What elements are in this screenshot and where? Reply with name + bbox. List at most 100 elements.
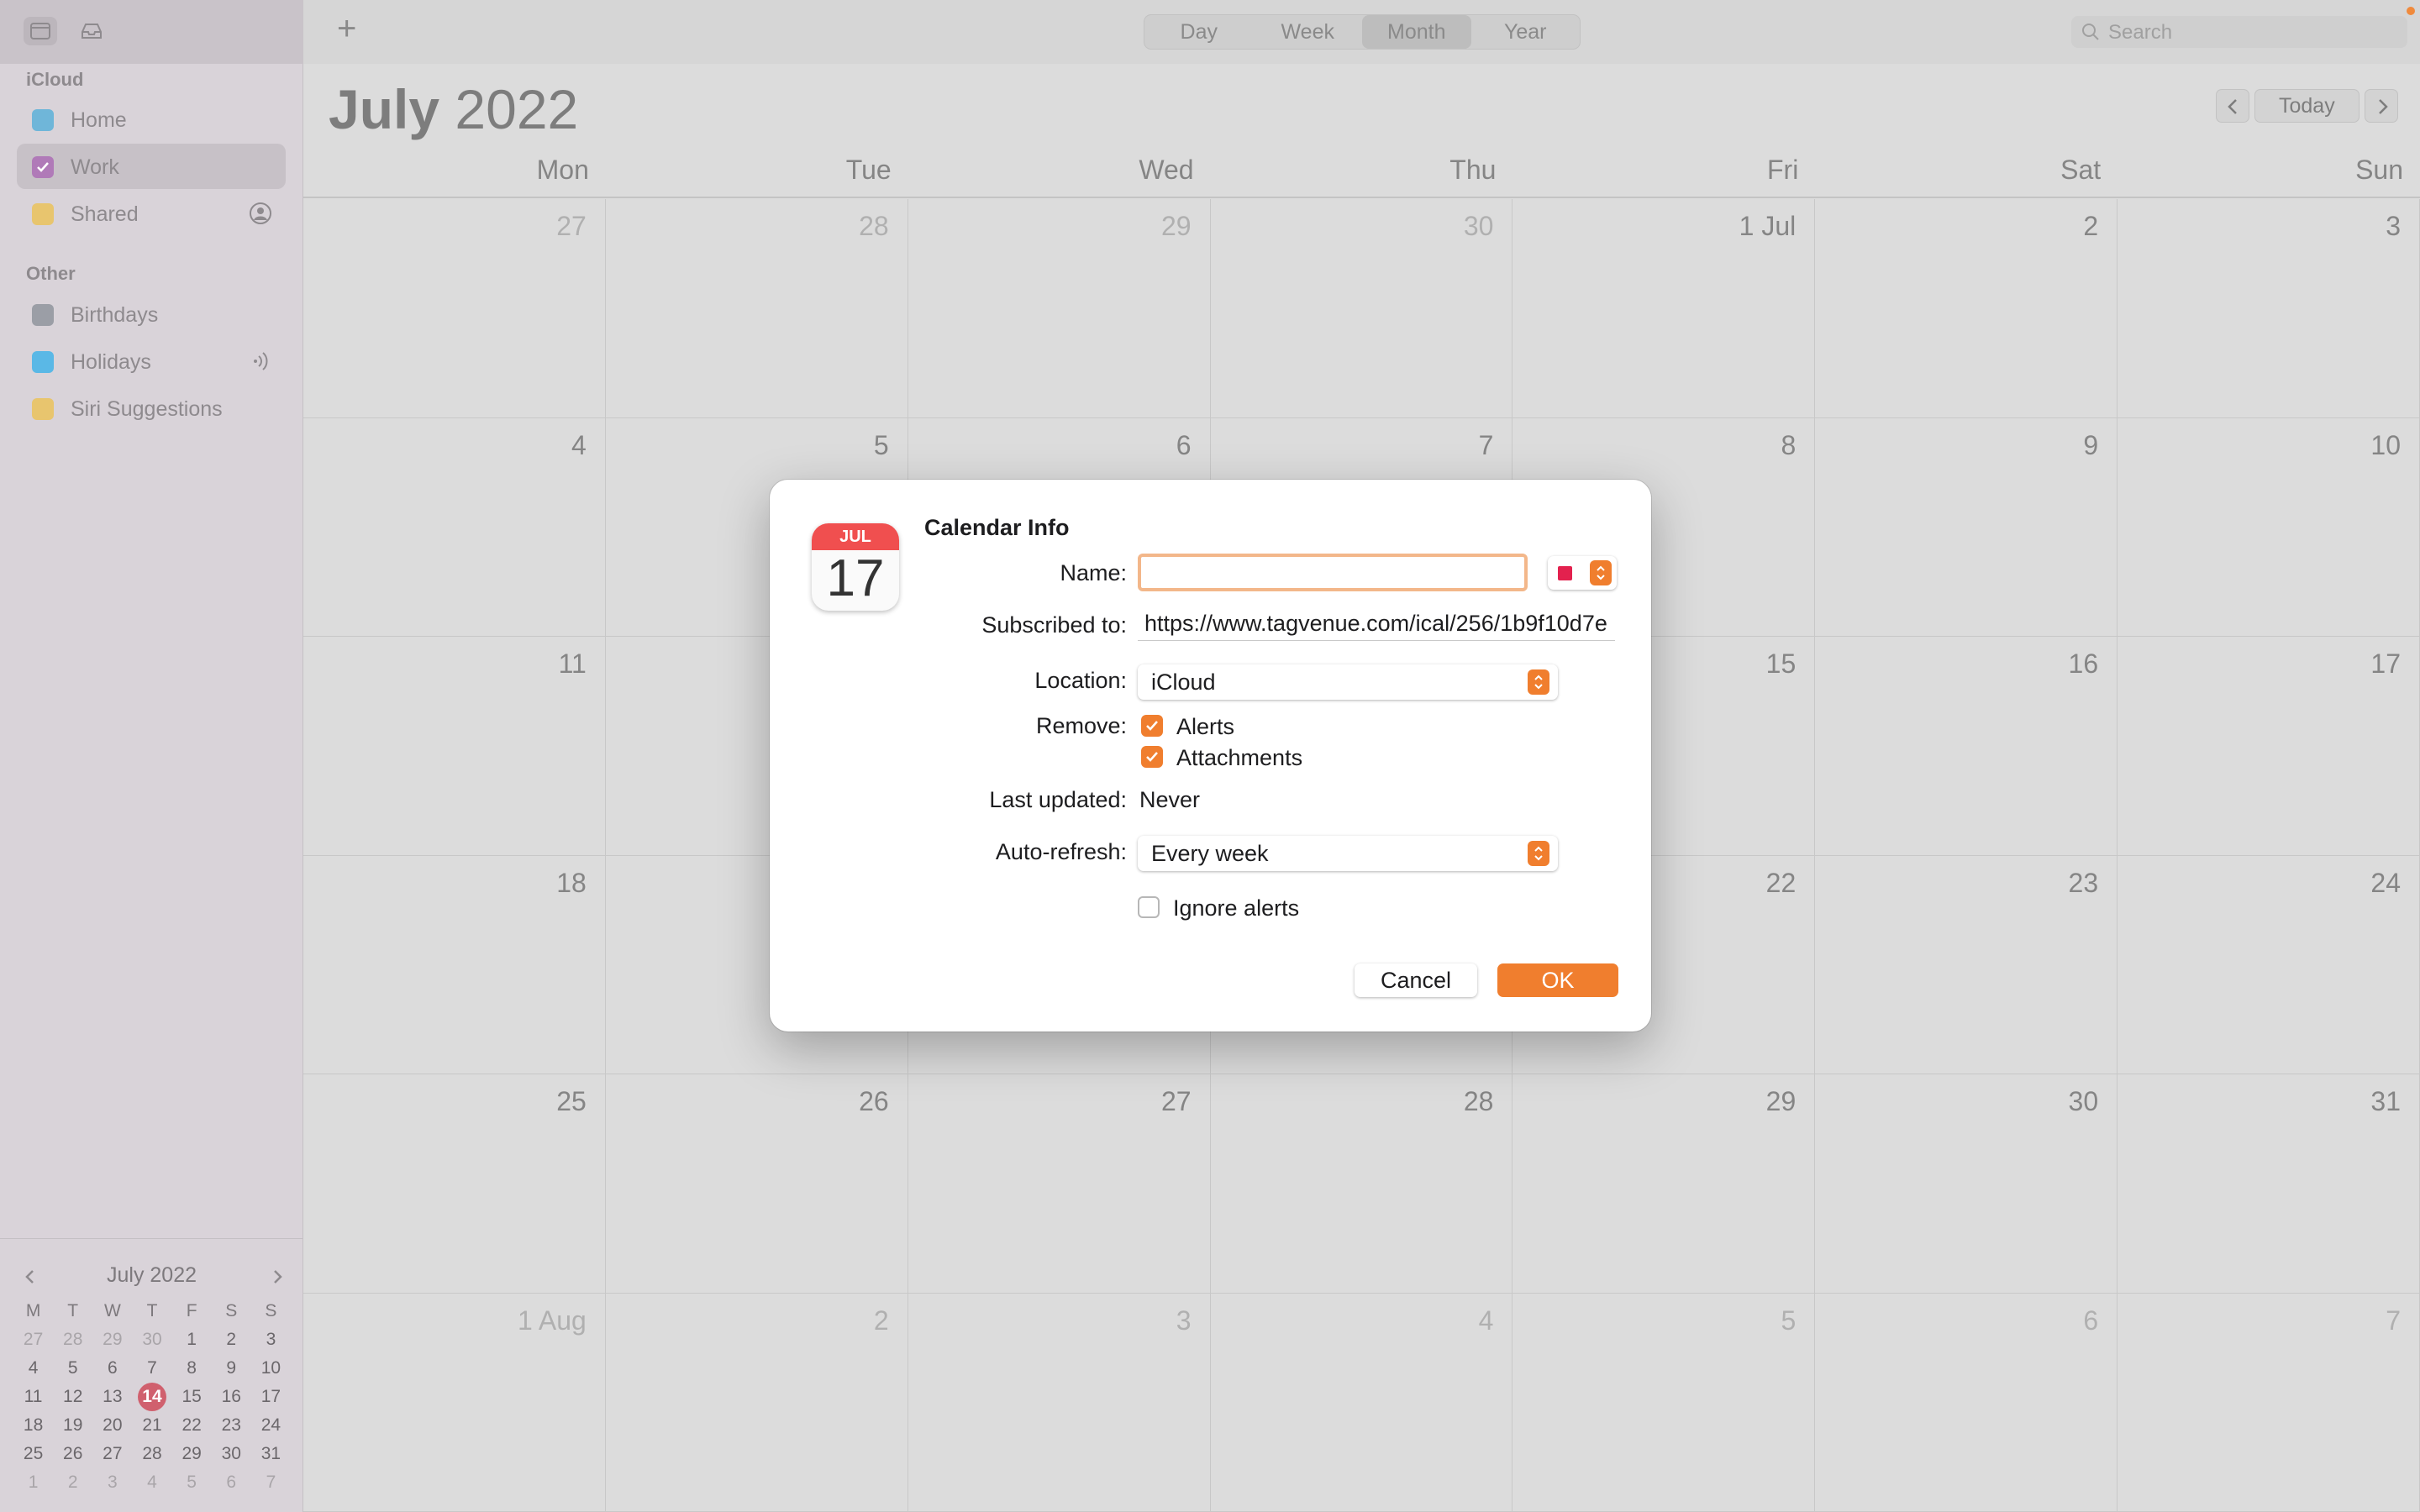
- mini-day[interactable]: 28: [132, 1440, 171, 1468]
- day-cell[interactable]: 30: [1210, 199, 1513, 418]
- remove-alerts-checkbox[interactable]: [1141, 715, 1163, 737]
- mini-day[interactable]: 17: [251, 1383, 291, 1411]
- day-cell[interactable]: 26: [605, 1074, 908, 1294]
- mini-day[interactable]: 22: [172, 1411, 212, 1440]
- calendar-checkbox[interactable]: [32, 203, 54, 225]
- sidebar-item-birthdays[interactable]: Birthdays: [17, 291, 286, 337]
- mini-day[interactable]: 26: [53, 1440, 92, 1468]
- day-cell[interactable]: 25: [303, 1074, 606, 1294]
- mini-day[interactable]: 18: [13, 1411, 53, 1440]
- day-cell[interactable]: 9: [1815, 417, 2118, 637]
- day-cell[interactable]: 18: [303, 855, 606, 1074]
- mini-day[interactable]: 19: [53, 1411, 92, 1440]
- autorefresh-popup[interactable]: Every week: [1138, 836, 1558, 871]
- mini-day[interactable]: 11: [13, 1383, 53, 1411]
- mini-day[interactable]: 27: [92, 1440, 132, 1468]
- mini-day[interactable]: 15: [172, 1383, 212, 1411]
- day-cell[interactable]: 27: [908, 1074, 1211, 1294]
- calendar-checkbox[interactable]: [32, 304, 54, 326]
- mini-day[interactable]: 29: [92, 1326, 132, 1354]
- calendar-list-icon[interactable]: [24, 17, 57, 45]
- mini-day[interactable]: 7: [251, 1468, 291, 1497]
- day-cell[interactable]: 30: [1815, 1074, 2118, 1294]
- mini-day[interactable]: 13: [92, 1383, 132, 1411]
- color-popup-stepper[interactable]: [1590, 560, 1612, 585]
- calendar-checkbox[interactable]: [32, 398, 54, 420]
- mini-day[interactable]: 9: [212, 1354, 251, 1383]
- day-cell[interactable]: 29: [1512, 1074, 1816, 1294]
- day-cell[interactable]: 2: [1815, 199, 2118, 418]
- view-tab-year[interactable]: Year: [1471, 15, 1581, 49]
- mini-day[interactable]: 23: [212, 1411, 251, 1440]
- previous-month-button[interactable]: [2216, 89, 2249, 123]
- mini-day[interactable]: 5: [53, 1354, 92, 1383]
- remove-attachments-checkbox[interactable]: [1141, 746, 1163, 768]
- view-tab-month[interactable]: Month: [1362, 15, 1471, 49]
- mini-day[interactable]: 30: [132, 1326, 171, 1354]
- mini-day[interactable]: 4: [132, 1468, 171, 1497]
- day-cell[interactable]: 2: [605, 1293, 908, 1512]
- day-cell[interactable]: 23: [1815, 855, 2118, 1074]
- mini-day[interactable]: 30: [212, 1440, 251, 1468]
- view-tab-week[interactable]: Week: [1254, 15, 1363, 49]
- mini-day[interactable]: 21: [132, 1411, 171, 1440]
- day-cell[interactable]: 28: [1210, 1074, 1513, 1294]
- mini-day[interactable]: 4: [13, 1354, 53, 1383]
- day-cell[interactable]: 5: [1512, 1293, 1816, 1512]
- mini-day[interactable]: 5: [172, 1468, 212, 1497]
- mini-day[interactable]: 3: [251, 1326, 291, 1354]
- mini-day[interactable]: 16: [212, 1383, 251, 1411]
- sidebar-item-work[interactable]: Work: [17, 144, 286, 189]
- day-cell[interactable]: 10: [2118, 417, 2420, 637]
- day-cell[interactable]: 1 Aug: [303, 1293, 606, 1512]
- mini-day[interactable]: 27: [13, 1326, 53, 1354]
- mini-day[interactable]: 12: [53, 1383, 92, 1411]
- ignore-alerts-checkbox[interactable]: [1138, 896, 1160, 918]
- mini-day[interactable]: 6: [212, 1468, 251, 1497]
- mini-day[interactable]: 1: [13, 1468, 53, 1497]
- mini-day[interactable]: 31: [251, 1440, 291, 1468]
- sidebar-item-siri-suggestions[interactable]: Siri Suggestions: [17, 386, 286, 431]
- day-cell[interactable]: 29: [908, 199, 1211, 418]
- day-cell[interactable]: 16: [1815, 637, 2118, 856]
- day-cell[interactable]: 4: [1210, 1293, 1513, 1512]
- calendar-checkbox[interactable]: [32, 156, 54, 178]
- mini-next-month-icon[interactable]: [267, 1267, 287, 1287]
- calendar-checkbox[interactable]: [32, 351, 54, 373]
- mini-day[interactable]: 25: [13, 1440, 53, 1468]
- today-button[interactable]: Today: [2254, 89, 2360, 123]
- day-cell[interactable]: 3: [2118, 199, 2420, 418]
- sidebar-item-holidays[interactable]: Holidays: [17, 339, 286, 384]
- sidebar-item-home[interactable]: Home: [17, 97, 286, 142]
- mini-day[interactable]: 6: [92, 1354, 132, 1383]
- mini-day[interactable]: 29: [172, 1440, 212, 1468]
- sidebar-item-shared[interactable]: Shared: [17, 191, 286, 236]
- inbox-icon[interactable]: [74, 17, 108, 45]
- day-cell[interactable]: 4: [303, 417, 606, 637]
- mini-day[interactable]: 2: [212, 1326, 251, 1354]
- mini-day[interactable]: 20: [92, 1411, 132, 1440]
- day-cell[interactable]: 28: [605, 199, 908, 418]
- subscription-url-field[interactable]: https://www.tagvenue.com/ical/256/1b9f10…: [1138, 606, 1615, 641]
- mini-day[interactable]: 2: [53, 1468, 92, 1497]
- day-cell[interactable]: 6: [1815, 1293, 2118, 1512]
- color-picker[interactable]: [1548, 556, 1617, 590]
- search-input[interactable]: Search: [2071, 16, 2407, 48]
- day-cell[interactable]: 31: [2118, 1074, 2420, 1294]
- mini-day[interactable]: 1: [172, 1326, 212, 1354]
- next-month-button[interactable]: [2364, 89, 2398, 123]
- day-cell[interactable]: 11: [303, 637, 606, 856]
- ok-button[interactable]: OK: [1497, 963, 1618, 997]
- day-cell[interactable]: 17: [2118, 637, 2420, 856]
- day-cell[interactable]: 1 Jul: [1512, 199, 1816, 418]
- day-cell[interactable]: 3: [908, 1293, 1211, 1512]
- cancel-button[interactable]: Cancel: [1355, 963, 1477, 997]
- mini-day[interactable]: 3: [92, 1468, 132, 1497]
- location-popup[interactable]: iCloud: [1138, 664, 1558, 700]
- mini-day[interactable]: 14: [132, 1383, 171, 1411]
- day-cell[interactable]: 7: [2118, 1293, 2420, 1512]
- day-cell[interactable]: 27: [303, 199, 606, 418]
- calendar-checkbox[interactable]: [32, 109, 54, 131]
- add-event-icon[interactable]: +: [337, 12, 356, 45]
- view-tab-day[interactable]: Day: [1144, 15, 1254, 49]
